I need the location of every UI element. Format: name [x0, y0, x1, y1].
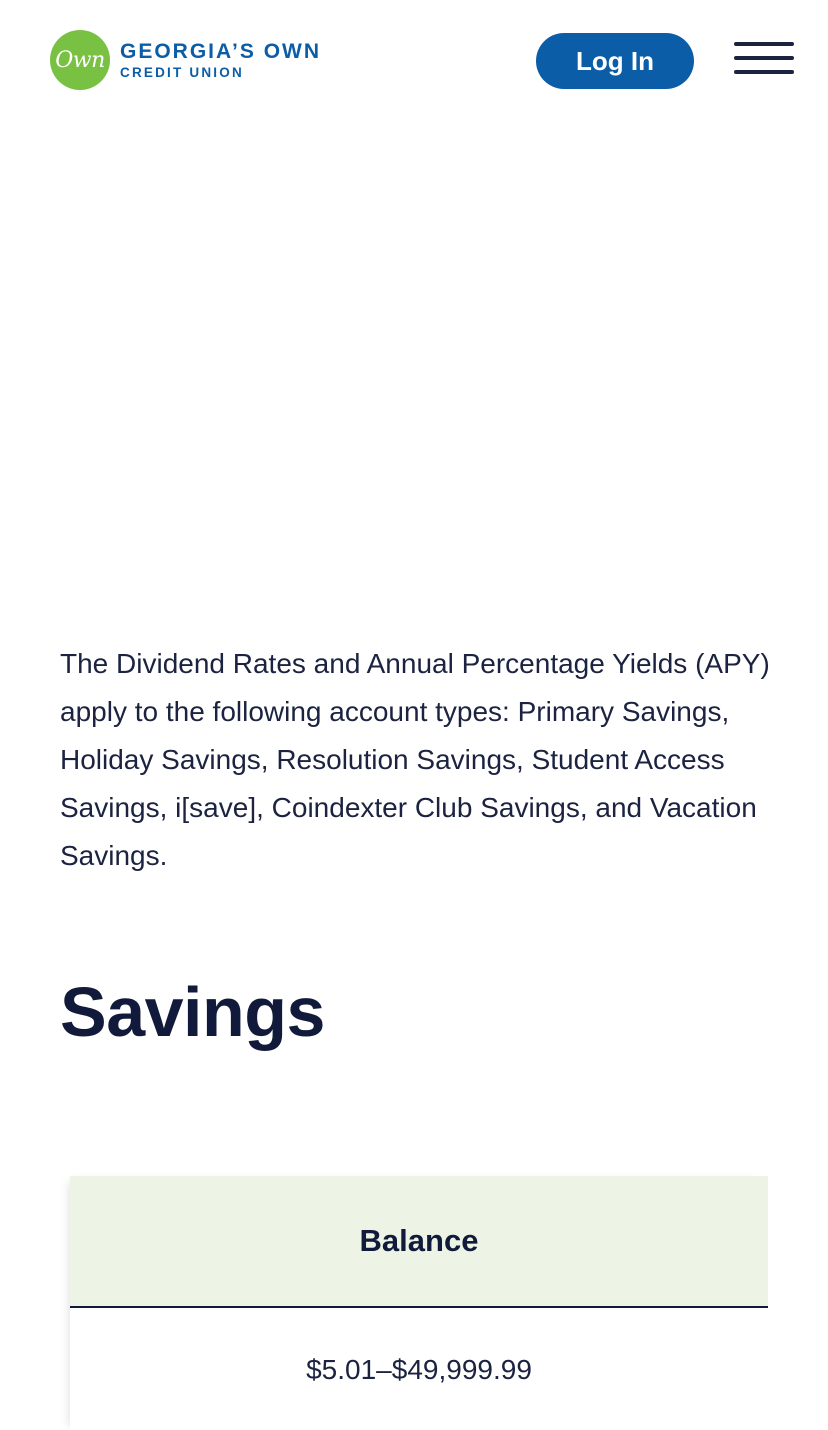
table-cell-balance: $5.01–$49,999.99: [70, 1308, 768, 1430]
logo-wordmark-line2: CREDIT UNION: [120, 64, 244, 80]
logo-wordmark-line1: GEORGIA’S OWN: [120, 39, 322, 63]
own-logo-mark: Own: [50, 30, 110, 90]
hamburger-menu-icon[interactable]: [734, 40, 794, 78]
site-header: Own GEORGIA’S OWN CREDIT UNION Log In: [0, 0, 828, 120]
georgias-own-logo[interactable]: Own GEORGIA’S OWN CREDIT UNION: [50, 30, 321, 90]
savings-rates-table: Balance $5.01–$49,999.99: [70, 1176, 768, 1430]
page: Own GEORGIA’S OWN CREDIT UNION Log In Th…: [0, 0, 828, 1430]
logo-wordmark: GEORGIA’S OWN CREDIT UNION: [120, 41, 321, 80]
menu-bar-top: [734, 42, 794, 46]
menu-bar-middle: [734, 56, 794, 60]
section-title: Savings: [60, 973, 325, 1051]
table-header-balance: Balance: [70, 1176, 768, 1308]
login-button[interactable]: Log In: [536, 33, 694, 89]
intro-paragraph: The Dividend Rates and Annual Percentage…: [60, 648, 770, 871]
menu-bar-bottom: [734, 70, 794, 74]
